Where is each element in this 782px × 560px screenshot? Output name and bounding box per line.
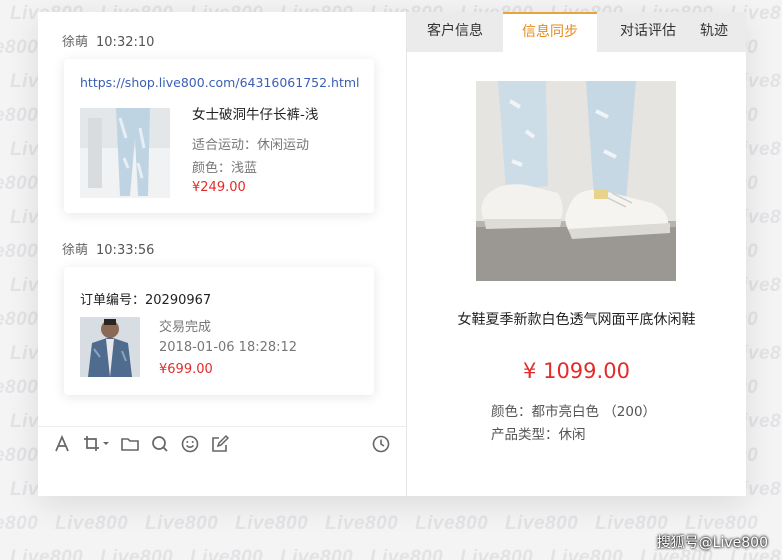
watermark-text: Live800 — [0, 37, 39, 58]
tab-trajectory[interactable]: 轨迹 — [689, 12, 739, 52]
product-title: 女士破洞牛仔长裤-浅 — [192, 107, 319, 123]
watermark-text: Live800 — [280, 547, 354, 560]
product-detail-type: 产品类型：休闲 — [491, 427, 586, 443]
product-price: ¥249.00 — [192, 180, 246, 195]
edit-icon[interactable] — [210, 434, 230, 454]
message-header: 徐萌 10:33:56 — [62, 239, 154, 258]
jeans-thumbnail[interactable] — [80, 108, 170, 198]
message-time: 10:33:56 — [96, 243, 155, 258]
product-detail-price: ¥ 1099.00 — [523, 359, 630, 383]
panel-divider — [406, 12, 407, 496]
watermark-text: Live800 — [415, 513, 489, 534]
watermark-text: Live800 — [55, 513, 129, 534]
order-number: 订单编号：20290967 — [80, 293, 212, 308]
watermark-text: Live800 — [0, 377, 39, 398]
watermark-text: Live800 — [0, 445, 39, 466]
product-url-link[interactable]: https://shop.live800.com/64316061752.htm… — [80, 75, 360, 90]
tab-conversation-eval[interactable]: 对话评估 — [611, 12, 685, 52]
watermark-text: Live800 — [190, 547, 264, 560]
footer-credit: 搜狐号@Live800 — [656, 535, 768, 551]
watermark-text: Live800 — [460, 547, 534, 560]
watermark-text: Live800 — [325, 513, 399, 534]
watermark-text: Live800 — [10, 547, 84, 560]
emoji-icon[interactable] — [180, 434, 200, 454]
watermark-text: Live800 — [0, 513, 39, 534]
sender-name: 徐萌 — [62, 35, 89, 50]
jacket-thumbnail[interactable] — [80, 317, 140, 377]
watermark-text: Live800 — [235, 513, 309, 534]
watermark-text: Live800 — [100, 547, 174, 560]
watermark-text: Live800 — [0, 173, 39, 194]
search-icon[interactable] — [150, 434, 170, 454]
watermark-text: Live800 — [505, 513, 579, 534]
product-link-card[interactable]: https://shop.live800.com/64316061752.htm… — [64, 59, 374, 213]
font-icon[interactable] — [52, 434, 72, 454]
message-time: 10:32:10 — [96, 35, 155, 50]
watermark-text: Live800 — [370, 547, 444, 560]
order-card[interactable]: 订单编号：20290967 交易完成 2018-01-06 18:28:12 ¥… — [64, 267, 374, 395]
product-detail-color: 颜色：都市亮白色 （200） — [491, 404, 657, 420]
crop-icon[interactable] — [82, 434, 112, 454]
watermark-text: Live800 — [145, 513, 219, 534]
toolbar-divider — [38, 426, 406, 427]
watermark-text: Live800 — [0, 105, 39, 126]
product-attr-sport: 适合运动：休闲运动 — [192, 138, 310, 153]
order-status: 交易完成 — [159, 320, 212, 335]
watermark-text: Live800 — [0, 241, 39, 262]
tab-customer-info[interactable]: 客户信息 — [407, 12, 503, 52]
product-detail-title: 女鞋夏季新款白色透气网面平底休闲鞋 — [457, 312, 696, 328]
shoe-photo — [476, 81, 676, 281]
product-attr-color: 颜色：浅蓝 — [192, 161, 258, 176]
message-header: 徐萌 10:32:10 — [62, 31, 154, 50]
history-icon[interactable] — [371, 434, 391, 454]
right-panel-tabs: 客户信息 信息同步 对话评估 轨迹 — [407, 12, 746, 54]
sender-name: 徐萌 — [62, 243, 89, 258]
watermark-text: Live800 — [550, 547, 624, 560]
watermark-text: Live800 — [0, 309, 39, 330]
folder-icon[interactable] — [120, 434, 140, 454]
chat-window: 徐萌 10:32:10 https://shop.live800.com/6431… — [38, 12, 746, 496]
order-datetime: 2018-01-06 18:28:12 — [159, 340, 298, 355]
tab-info-sync[interactable]: 信息同步 — [503, 12, 597, 54]
order-price: ¥699.00 — [159, 362, 213, 377]
